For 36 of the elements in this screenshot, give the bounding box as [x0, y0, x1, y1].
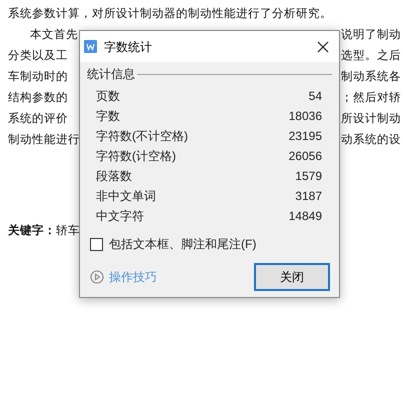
close-icon[interactable]: [317, 40, 329, 52]
stat-label: 段落数: [96, 168, 132, 185]
stat-label: 页数: [96, 88, 120, 105]
document-text: 所设计制动: [341, 112, 401, 127]
document-text: 分类以及工: [8, 50, 68, 62]
document-text: 说明了制动: [341, 28, 401, 43]
section-heading: 统计信息: [87, 66, 135, 83]
stat-label: 非中文单词: [96, 188, 156, 205]
stat-label: 字符数(计空格): [96, 148, 176, 165]
stat-value: 14849: [288, 208, 322, 225]
document-text: ；然后对轿: [341, 90, 401, 106]
stat-label: 中文字符: [96, 208, 144, 225]
document-text: 系统的评价: [8, 112, 68, 125]
document-text: 结构参数的: [8, 92, 68, 104]
document-text: 制动性能进行: [8, 134, 80, 146]
stat-label: 字数: [96, 108, 120, 125]
checkbox[interactable]: [90, 238, 103, 250]
app-logo-icon: [84, 40, 97, 53]
close-button[interactable]: 关闭: [254, 263, 330, 291]
stat-value: 26056: [288, 148, 322, 165]
document-text: 选型。之后: [341, 48, 401, 64]
document-text: 制动系统各: [341, 69, 401, 85]
document-text: 系统参数计算，对所设计制动器的制动性能进行了分析研究。: [8, 8, 332, 20]
stat-label: 字符数(不计空格): [96, 128, 188, 145]
document-text: 本文首先: [30, 28, 78, 41]
stat-value: 54: [308, 88, 322, 105]
document-text: 动系统的设: [341, 132, 401, 148]
document-text: 车制动时的: [8, 70, 68, 83]
keywords-text: 关键字：轿车: [8, 223, 80, 239]
window-title: 字数统计: [104, 38, 152, 56]
stat-value: 1579: [295, 168, 322, 185]
stat-value: 23195: [288, 128, 322, 145]
stat-value: 18036: [288, 108, 322, 125]
stat-value: 3187: [295, 188, 322, 205]
play-circle-icon: [90, 270, 104, 284]
checkbox-label[interactable]: 包括文本框、脚注和尾注(F): [109, 235, 256, 253]
